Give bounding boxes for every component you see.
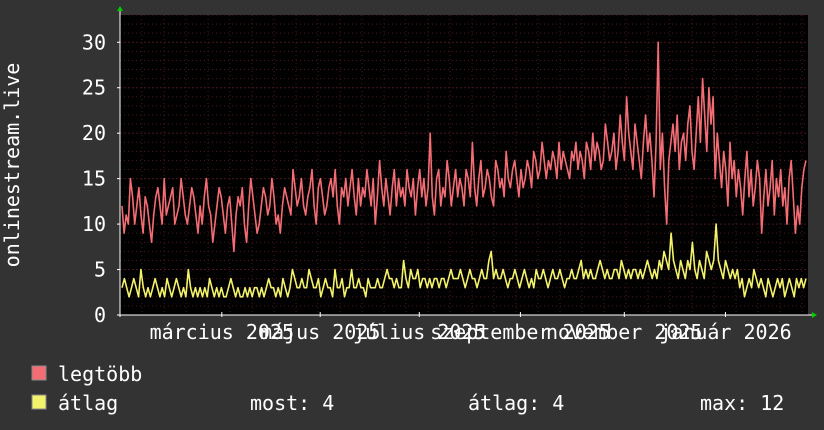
y-tick-label: 5	[94, 258, 106, 282]
stat-average: átlag: 4	[468, 391, 564, 415]
y-tick-label: 25	[82, 76, 106, 100]
y-tick-label: 15	[82, 167, 106, 191]
y-tick-label: 30	[82, 30, 106, 54]
y-tick-label: 10	[82, 212, 106, 236]
y-tick-labels: 0 5 10 15 20 25 30	[82, 30, 120, 327]
x-tick-label: január 2026	[659, 320, 791, 344]
legend-label-max: legtöbb	[58, 362, 142, 386]
stat-max: max: 12	[700, 391, 784, 415]
y-tick-label: 0	[94, 303, 106, 327]
y-axis-label: onlinestream.live	[0, 63, 24, 268]
legend-swatch-max	[31, 365, 47, 381]
legend-swatch-avg	[31, 394, 47, 410]
x-tick-labels: március 2025május 2025július 2025szeptem…	[150, 312, 792, 344]
legend-label-avg: átlag	[58, 391, 118, 415]
stat-now: most: 4	[250, 391, 334, 415]
y-tick-label: 20	[82, 121, 106, 145]
chart-svg: 0 5 10 15 20 25 30 március 2025május 2025júliu…	[0, 6, 817, 415]
y-axis-arrow	[117, 6, 123, 11]
x-axis-arrow	[812, 312, 817, 318]
